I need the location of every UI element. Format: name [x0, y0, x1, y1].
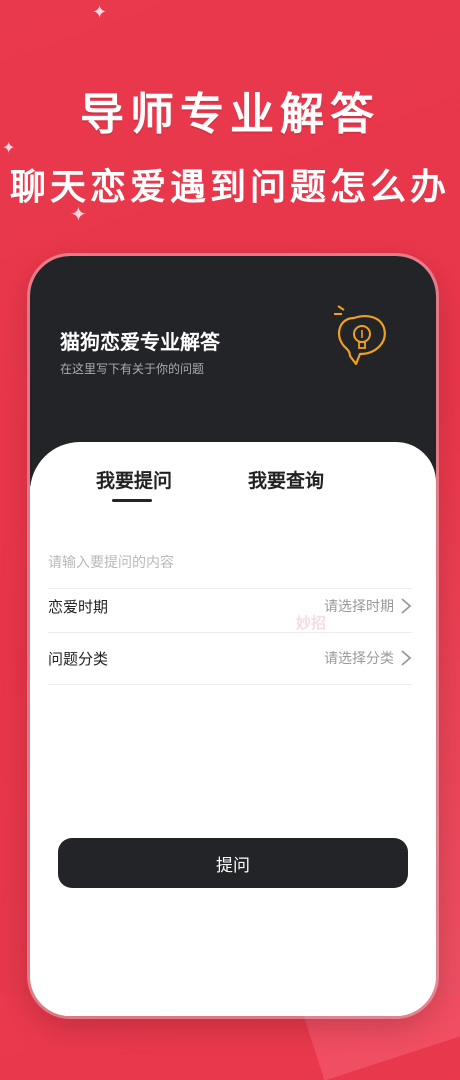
- chevron-right-icon: [401, 598, 412, 614]
- tab-ask[interactable]: 我要提问: [96, 466, 172, 493]
- category-select[interactable]: 问题分类 请选择分类: [48, 632, 412, 685]
- content-card: [30, 442, 436, 1016]
- lightbulb-icon: [334, 305, 386, 366]
- category-label: 问题分类: [48, 649, 109, 668]
- page-title: 猫狗恋爱专业解答: [60, 330, 220, 354]
- submit-button[interactable]: 提问: [58, 838, 408, 888]
- tab-query[interactable]: 我要查询: [248, 466, 324, 493]
- page-subtitle: 在这里写下有关于你的问题: [60, 362, 205, 376]
- chevron-right-icon: [401, 650, 412, 666]
- period-select[interactable]: 恋爱时期 请选择时期: [48, 580, 412, 633]
- category-value: 请选择分类: [324, 651, 394, 667]
- promo-headline: 导师专业解答: [80, 89, 380, 140]
- period-value: 请选择时期: [324, 599, 394, 615]
- period-label: 恋爱时期: [48, 597, 109, 616]
- phone-frame: 猫狗恋爱专业解答 在这里写下有关于你的问题 我要提问 我要查询 请输入要提问的内…: [30, 256, 436, 1016]
- category-value-group: 请选择分类: [324, 648, 412, 668]
- sparkle-icon: ✦: [92, 2, 108, 23]
- period-value-group: 请选择时期: [324, 596, 412, 616]
- active-tab-indicator: [112, 499, 152, 502]
- promo-subheadline: 聊天恋爱遇到问题怎么办: [9, 167, 450, 208]
- question-placeholder: 请输入要提问的内容: [48, 555, 174, 571]
- watermark: 妙招: [296, 614, 327, 632]
- sparkle-icon: ✦: [2, 138, 16, 157]
